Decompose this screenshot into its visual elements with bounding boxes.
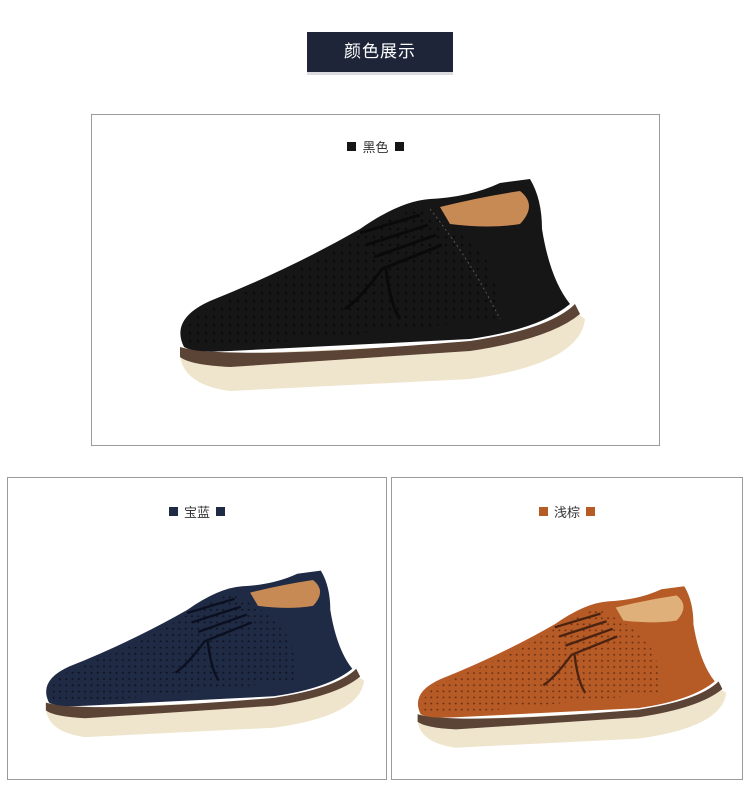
shoe-image-tan [417,586,727,748]
variant-caption-black: 黑色 [92,137,659,156]
swatch-right [394,142,404,151]
variant-card-black[interactable]: 黑色 [91,114,660,446]
variant-caption-tan: 浅棕 [392,502,742,521]
shoe-image-navy [45,570,365,738]
swatch-right [216,507,225,516]
swatch-left [168,507,178,516]
section-title-banner: 颜色展示 [307,32,453,72]
variant-label: 浅棕 [553,506,580,521]
variant-card-tan[interactable]: 浅棕 [391,477,743,780]
variant-label: 宝蓝 [183,506,210,521]
variant-label: 黑色 [362,141,389,156]
variant-caption-navy: 宝蓝 [8,502,386,521]
shoe-image-black [179,179,585,391]
variant-card-navy[interactable]: 宝蓝 [7,477,387,780]
swatch-left [538,507,548,516]
swatch-right [586,507,595,516]
swatch-left [347,142,357,151]
